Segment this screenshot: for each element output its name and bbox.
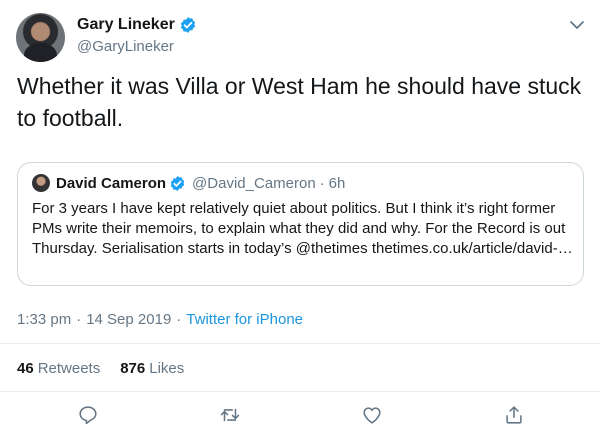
meta-separator: · xyxy=(176,311,182,328)
tweet-stats: 46 Retweets 876 Likes xyxy=(17,360,184,377)
retweets-stat[interactable]: 46 Retweets xyxy=(17,360,100,377)
author-handle[interactable]: @GaryLineker xyxy=(77,38,197,55)
quoted-author-avatar xyxy=(32,174,50,192)
like-icon[interactable] xyxy=(361,404,383,426)
tweet-source-link[interactable]: Twitter for iPhone xyxy=(186,311,303,328)
likes-count: 876 xyxy=(120,360,146,377)
chevron-down-icon[interactable] xyxy=(567,15,587,35)
quoted-tweet-header: David Cameron @David_Cameron · 6h xyxy=(32,174,345,192)
quoted-tweet[interactable]: David Cameron @David_Cameron · 6h For 3 … xyxy=(17,162,584,286)
tweet-meta: 1:33 pm · 14 Sep 2019 · Twitter for iPho… xyxy=(17,311,303,328)
quoted-timestamp: 6h xyxy=(328,174,346,192)
author-name[interactable]: Gary Lineker xyxy=(77,16,175,34)
tweet-date[interactable]: 14 Sep 2019 xyxy=(86,311,171,328)
author-info: Gary Lineker @GaryLineker xyxy=(77,14,197,55)
retweets-count: 46 xyxy=(17,360,34,377)
quoted-separator: · xyxy=(319,174,325,192)
likes-label: Likes xyxy=(149,360,185,377)
quoted-author-name: David Cameron xyxy=(56,174,167,192)
tweet-time[interactable]: 1:33 pm xyxy=(17,311,71,328)
retweets-label: Retweets xyxy=(37,360,101,377)
reply-icon[interactable] xyxy=(77,404,99,426)
tweet-actions xyxy=(0,404,601,430)
author-avatar[interactable] xyxy=(16,13,65,62)
quoted-author-handle: @David_Cameron xyxy=(192,174,316,192)
verified-badge-icon xyxy=(170,175,185,191)
meta-separator: · xyxy=(76,311,82,328)
divider xyxy=(0,391,601,392)
avatar-figure xyxy=(24,43,57,62)
quoted-tweet-text: For 3 years I have kept relatively quiet… xyxy=(32,200,573,257)
share-icon[interactable] xyxy=(503,404,525,426)
divider xyxy=(0,343,601,344)
likes-stat[interactable]: 876 Likes xyxy=(120,360,184,377)
tweet-card: Gary Lineker @GaryLineker Whether it was… xyxy=(0,0,601,440)
tweet-text: Whether it was Villa or West Ham he shou… xyxy=(17,73,582,131)
verified-badge-icon xyxy=(180,17,195,33)
retweet-icon[interactable] xyxy=(219,404,241,426)
